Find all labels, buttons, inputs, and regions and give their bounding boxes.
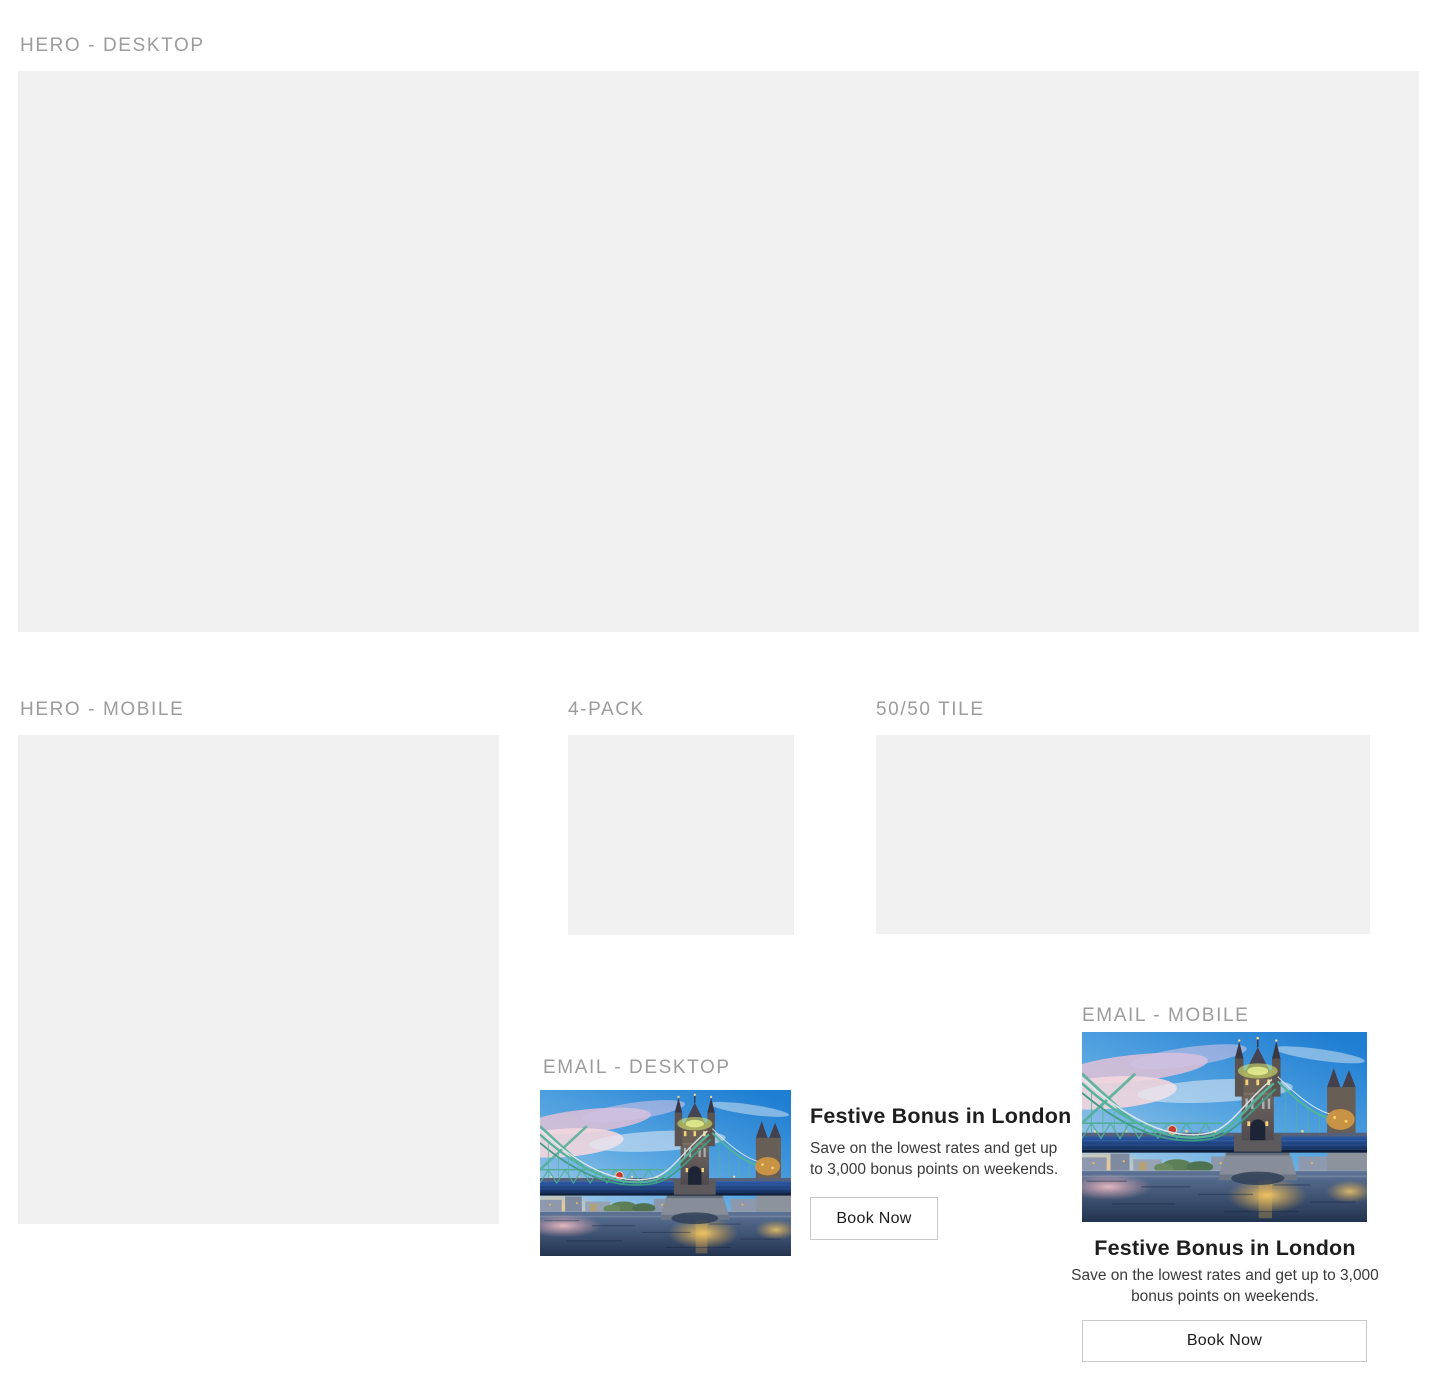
email-mobile-title: Festive Bonus in London — [1066, 1236, 1384, 1261]
email-desktop-title: Festive Bonus in London — [810, 1104, 1100, 1129]
four-pack-placeholder — [568, 735, 794, 935]
email-mobile-body: Save on the lowest rates and get up to 3… — [1066, 1266, 1384, 1308]
email-mobile-label: EMAIL - MOBILE — [1082, 1006, 1249, 1025]
book-now-button[interactable]: Book Now — [810, 1197, 938, 1240]
hero-desktop-placeholder — [18, 71, 1419, 632]
four-pack-label: 4-PACK — [568, 700, 645, 719]
hero-desktop-label: HERO - DESKTOP — [20, 36, 205, 55]
book-now-button[interactable]: Book Now — [1082, 1320, 1367, 1362]
hero-mobile-label: HERO - MOBILE — [20, 700, 184, 719]
tower-bridge-image — [1082, 1032, 1367, 1222]
email-desktop-label: EMAIL - DESKTOP — [543, 1058, 731, 1077]
design-spec-page: HERO - DESKTOP HERO - MOBILE 4-PACK 50/5… — [0, 0, 1440, 1374]
fifty-fifty-tile-placeholder — [876, 735, 1370, 934]
hero-mobile-placeholder — [18, 735, 499, 1224]
email-desktop-body: Save on the lowest rates and get up to 3… — [810, 1139, 1066, 1181]
fifty-fifty-tile-label: 50/50 TILE — [876, 700, 985, 719]
tower-bridge-image — [540, 1090, 791, 1256]
